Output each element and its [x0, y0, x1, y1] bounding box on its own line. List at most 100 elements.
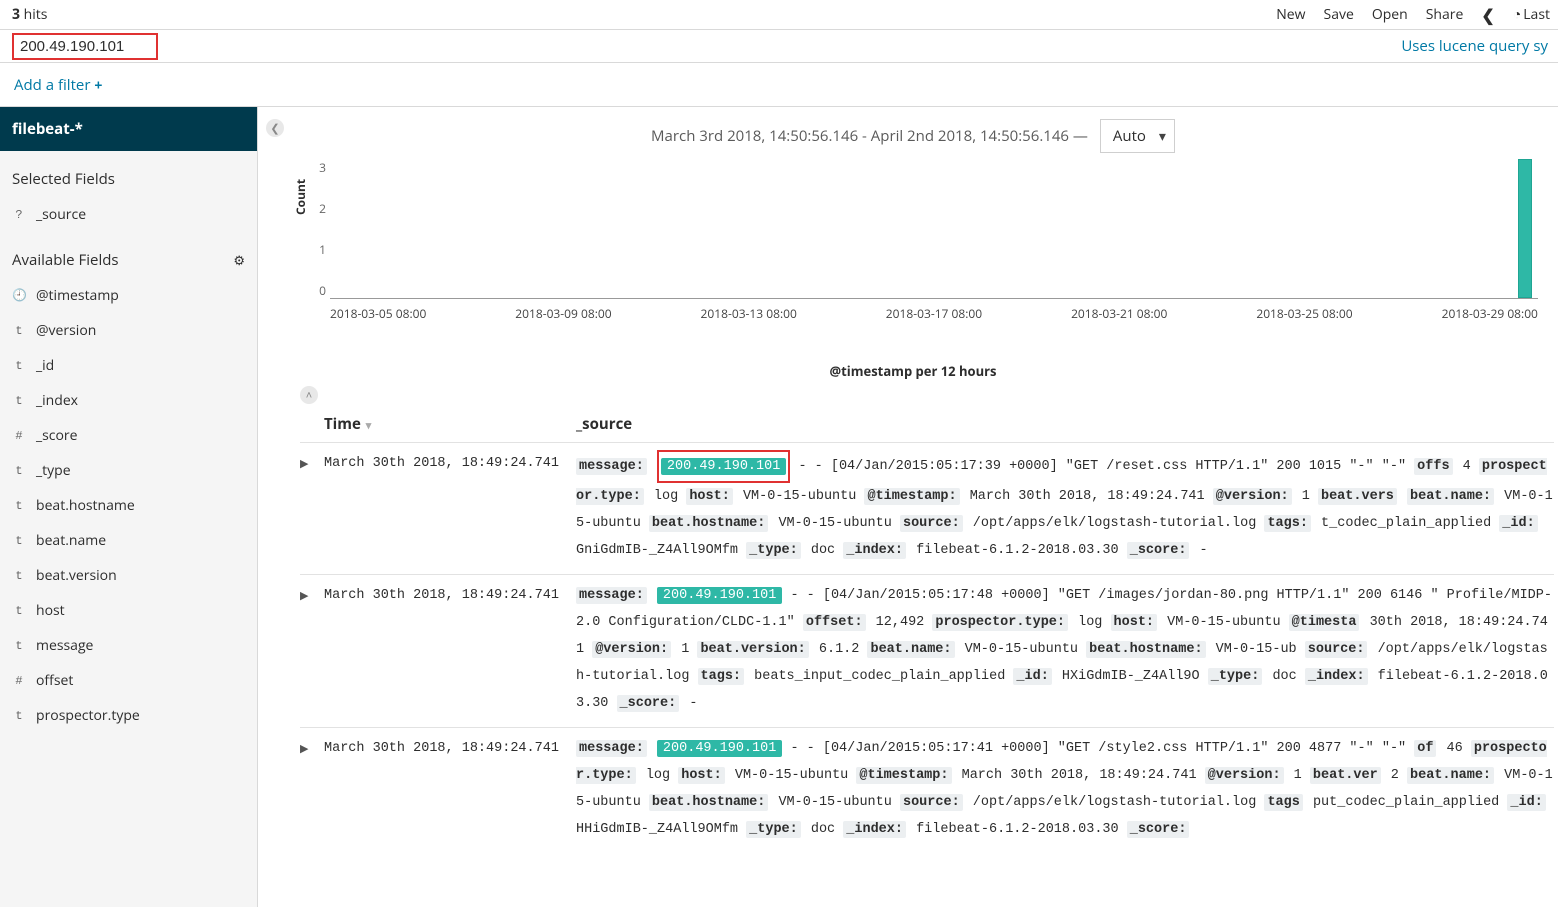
field-type-icon: t — [12, 569, 26, 583]
expand-row-icon[interactable]: ▶ — [300, 450, 324, 564]
field-name: _score — [36, 426, 78, 445]
chart-header: March 3rd 2018, 14:50:56.146 - April 2nd… — [268, 107, 1558, 159]
field-type-icon: t — [12, 359, 26, 373]
available-fields-title: Available Fields ⚙ — [0, 232, 257, 278]
table-row: ▶ March 30th 2018, 18:49:24.741 message:… — [300, 442, 1554, 574]
table-row: ▶ March 30th 2018, 18:49:24.741 message:… — [300, 727, 1554, 853]
time-prev-icon[interactable]: ❮ — [1481, 4, 1494, 26]
field-item-offset[interactable]: # offset — [0, 663, 257, 698]
field-item-beat-version[interactable]: tbeat.version — [0, 558, 257, 593]
field-type-icon: t — [12, 464, 26, 478]
field-type-icon: 🕘 — [12, 288, 26, 303]
x-tick: 2018-03-21 08:00 — [1071, 305, 1167, 322]
y-axis-ticks: 3210 — [314, 159, 326, 299]
field-type-icon: t — [12, 394, 26, 408]
plus-icon: + — [94, 76, 102, 95]
field-type-icon: t — [12, 324, 26, 338]
interval-select[interactable]: Auto — [1100, 119, 1175, 153]
x-tick: 2018-03-05 08:00 — [330, 305, 426, 322]
expand-row-icon[interactable]: ▶ — [300, 735, 324, 843]
x-tick: 2018-03-29 08:00 — [1442, 305, 1538, 322]
sidebar: filebeat-* Selected Fields ? _source Avai… — [0, 107, 258, 907]
x-tick: 2018-03-17 08:00 — [886, 305, 982, 322]
row-source: message: 200.49.190.101 - - [04/Jan/2015… — [576, 450, 1554, 564]
open-button[interactable]: Open — [1372, 5, 1408, 24]
search-bar: Uses lucene query sy — [0, 30, 1558, 63]
field-item-prospector-type[interactable]: tprospector.type — [0, 698, 257, 733]
plot-area — [330, 159, 1538, 299]
field-name: beat.name — [36, 531, 106, 550]
sort-desc-icon: ▾ — [363, 418, 371, 433]
time-picker-button[interactable]: Last — [1513, 5, 1550, 24]
field-item--version[interactable]: t@version — [0, 313, 257, 348]
index-pattern-selector[interactable]: filebeat-* — [0, 107, 257, 151]
y-tick: 0 — [314, 282, 326, 299]
field-type-icon: t — [12, 604, 26, 618]
expand-row-icon[interactable]: ▶ — [300, 582, 324, 717]
field-item--type[interactable]: t _type — [0, 453, 257, 488]
field-type-icon: # — [12, 674, 26, 688]
add-filter-button[interactable]: Add a filter + — [14, 75, 102, 95]
field-item-host[interactable]: thost — [0, 593, 257, 628]
field-type-icon: # — [12, 429, 26, 443]
field-type-icon: t — [12, 709, 26, 723]
table-header: Time ▾ _source — [300, 404, 1554, 442]
x-axis-title: @timestamp per 12 hours — [268, 362, 1558, 380]
x-tick: 2018-03-13 08:00 — [701, 305, 797, 322]
share-button[interactable]: Share — [1426, 5, 1464, 24]
lucene-hint-link[interactable]: Uses lucene query sy — [1401, 36, 1548, 56]
results-table: Time ▾ _source ▶ March 30th 2018, 18:49:… — [300, 404, 1554, 853]
row-time: March 30th 2018, 18:49:24.741 — [324, 582, 576, 717]
field-name: _source — [36, 205, 86, 224]
x-axis-ticks: 2018-03-05 08:00 2018-03-09 08:00 2018-03-… — [330, 305, 1538, 322]
field-item-_source[interactable]: ? _source — [0, 197, 257, 232]
save-button[interactable]: Save — [1324, 5, 1354, 24]
time-range-label: March 3rd 2018, 14:50:56.146 - April 2nd… — [651, 126, 1088, 146]
top-actions: New Save Open Share ❮ Last — [1276, 4, 1550, 26]
field-type-icon: ? — [12, 208, 26, 222]
field-item-beat-name[interactable]: t beat.name — [0, 523, 257, 558]
row-time: March 30th 2018, 18:49:24.741 — [324, 735, 576, 843]
selected-fields-title: Selected Fields — [0, 151, 257, 197]
column-source[interactable]: _source — [576, 414, 1554, 434]
x-tick: 2018-03-25 08:00 — [1256, 305, 1352, 322]
header-bar: 3 hits New Save Open Share ❮ Last — [0, 0, 1558, 30]
y-tick: 1 — [314, 241, 326, 258]
filter-bar: Add a filter + — [0, 63, 1558, 107]
search-input[interactable] — [20, 38, 150, 55]
field-name: host — [36, 601, 65, 620]
field-name: _id — [36, 356, 54, 375]
gear-icon[interactable]: ⚙ — [233, 251, 245, 269]
field-name: offset — [36, 671, 73, 690]
x-tick: 2018-03-09 08:00 — [515, 305, 611, 322]
collapse-chart-icon[interactable]: ˄ — [300, 386, 318, 404]
field-item--id[interactable]: t _id — [0, 348, 257, 383]
field-name: _type — [36, 461, 71, 480]
table-row: ▶ March 30th 2018, 18:49:24.741 message:… — [300, 574, 1554, 727]
search-query-highlight — [12, 33, 158, 60]
main-area: filebeat-* Selected Fields ? _source Avai… — [0, 107, 1558, 907]
field-name: _index — [36, 391, 78, 410]
field-item--index[interactable]: t _index — [0, 383, 257, 418]
field-item--timestamp[interactable]: 🕘 @timestamp — [0, 278, 257, 313]
hit-count: 3 hits — [12, 5, 47, 24]
y-axis-label: Count — [292, 179, 309, 215]
content-area: ❮ March 3rd 2018, 14:50:56.146 - April 2… — [258, 107, 1558, 907]
field-name: beat.hostname — [36, 496, 135, 515]
field-type-icon: t — [12, 499, 26, 513]
column-time[interactable]: Time ▾ — [324, 414, 576, 434]
field-type-icon: t — [12, 534, 26, 548]
field-item-message[interactable]: t message — [0, 628, 257, 663]
row-source: message: 200.49.190.101 - - [04/Jan/2015… — [576, 735, 1554, 843]
field-name: message — [36, 636, 93, 655]
chart-bar[interactable] — [1518, 159, 1532, 298]
collapse-sidebar-icon[interactable]: ❮ — [266, 119, 284, 137]
field-item-beat-hostname[interactable]: t beat.hostname — [0, 488, 257, 523]
new-button[interactable]: New — [1276, 5, 1305, 24]
y-tick: 3 — [314, 159, 326, 176]
field-type-icon: t — [12, 639, 26, 653]
field-item--score[interactable]: # _score — [0, 418, 257, 453]
field-name: @timestamp — [36, 286, 119, 305]
histogram-chart[interactable]: Count 3210 2018-03-05 08:002018-03-09 08… — [296, 159, 1538, 334]
row-time: March 30th 2018, 18:49:24.741 — [324, 450, 576, 564]
